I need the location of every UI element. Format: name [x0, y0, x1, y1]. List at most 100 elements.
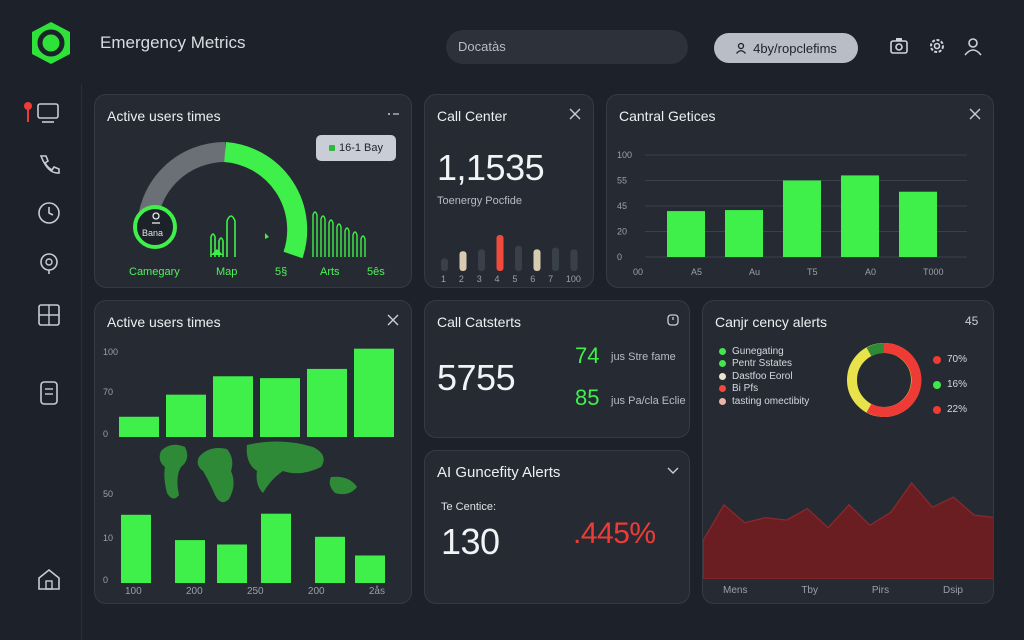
ai-alerts-value: 130	[441, 521, 500, 562]
x-tick: 250	[246, 586, 264, 597]
card-title: Active users times	[107, 314, 221, 330]
capacity-area-chart	[703, 482, 993, 579]
legend-label: Pentr Sstates	[732, 358, 793, 370]
y-tick-label: 100	[617, 150, 632, 160]
stat-value: 16%	[947, 379, 968, 390]
ring-badge: Bana	[133, 205, 177, 249]
call-center-card: Call Center 1,1535 Toenergy Pocfide 1 2 …	[424, 94, 594, 288]
bar	[496, 235, 504, 271]
capacity-stats: 70% 16% 22%	[933, 347, 967, 422]
y-tick-label: 0	[103, 575, 108, 585]
x-tick-label: T5	[807, 267, 818, 277]
account-icon[interactable]	[963, 36, 983, 56]
sidebar-item-grid[interactable]	[36, 302, 62, 328]
central-services-bar-chart: 100554520000A5AuT5A0T000A0	[617, 150, 967, 277]
x-tick: Pirs	[871, 585, 890, 596]
sidebar-item-phone[interactable]	[36, 152, 62, 178]
bar	[217, 544, 247, 583]
sidebar-item-brain[interactable]	[36, 250, 62, 276]
call-center-bar-chart	[441, 235, 578, 271]
legend-item: tasting omectibity	[719, 395, 809, 408]
y-tick-label: 0	[103, 429, 108, 439]
stat-item: 16%	[933, 372, 967, 397]
app-title: Emergency Metrics	[100, 33, 246, 52]
bar	[533, 249, 541, 271]
legend-dot	[719, 385, 726, 393]
bar	[260, 378, 300, 437]
y-tick-label: 70	[103, 387, 113, 397]
sidebar-item-clock[interactable]	[36, 200, 62, 226]
active-users-gauge-card: Active users times Bana 16-1 Bay Camegar…	[94, 94, 412, 288]
bar	[459, 251, 467, 271]
call-center-value: 1,1535	[437, 147, 545, 188]
more-icon[interactable]	[385, 106, 401, 122]
bar	[355, 555, 385, 583]
card-title: Canjr cency alerts	[715, 314, 828, 330]
search-input[interactable]: Docatàs	[446, 30, 688, 64]
legend-item: Dastfoo Eorol	[719, 370, 809, 383]
x-tick-label: Au	[749, 267, 760, 277]
bar	[899, 191, 937, 257]
legend-label: Dastfoo Eorol	[732, 370, 793, 382]
home-icon[interactable]	[36, 566, 62, 592]
active-users-bar-chart-top: 100 70 0	[103, 347, 394, 439]
x-tick: 100	[125, 586, 142, 597]
legend-item: Gunegating	[719, 345, 809, 358]
bar	[441, 258, 448, 271]
stat-value: 22%	[947, 404, 968, 415]
bar	[667, 211, 705, 257]
legend-dot	[719, 360, 726, 368]
card-title: AI Guncefity Alerts	[437, 464, 561, 481]
capacity-corner-value: 45	[965, 314, 979, 328]
stat-2-value: 85	[575, 385, 600, 410]
person-icon	[152, 212, 160, 224]
clock-icon[interactable]	[665, 312, 681, 328]
stat-dot	[933, 355, 941, 364]
bar	[354, 348, 394, 437]
camera-icon[interactable]	[889, 36, 909, 56]
sidebar-item-monitor[interactable]	[22, 100, 62, 126]
stat-value: 70%	[947, 354, 968, 365]
capacity-alerts-card: Canjr cency alerts 45 Gunegating Pentr S…	[702, 300, 994, 604]
call-catsterts-card: Call Catsterts 5755 74 jus Stre fame 85 …	[424, 300, 690, 438]
ring-badge-label: Bana	[142, 228, 164, 238]
close-icon[interactable]	[967, 106, 983, 122]
ai-alerts-percent: .445%	[573, 517, 656, 550]
gear-icon[interactable]	[927, 36, 947, 56]
x-tick: 1	[441, 274, 447, 284]
bar	[213, 376, 253, 437]
close-icon[interactable]	[385, 312, 401, 328]
x-tick: 2ås	[368, 586, 385, 597]
x-tick: 6	[530, 274, 536, 284]
legend-label: Bi Pfs	[732, 383, 759, 395]
bar	[552, 247, 559, 271]
x-tick: 5	[512, 274, 518, 284]
x-tick: 2	[458, 274, 464, 284]
bar	[725, 210, 763, 257]
tooltip-marker	[328, 145, 335, 151]
legend-item: Bi Pfs	[719, 383, 809, 396]
x-tick: Tby	[801, 585, 818, 596]
call-catsterts-value: 5755	[437, 357, 516, 398]
sidebar-item-document[interactable]	[36, 380, 62, 406]
active-users-bar-chart-bottom: 50 10 0	[103, 489, 385, 585]
active-users-map-card: Active users times 100 70 0 50 10 0 100 200 …	[94, 300, 412, 604]
user-profile-button[interactable]: 4by/ropclefims	[714, 33, 858, 63]
y-tick-label: 100	[103, 347, 118, 357]
bar	[121, 514, 151, 583]
ai-alerts-sublabel: Te Centice:	[441, 501, 497, 513]
bar	[570, 249, 578, 271]
x-tick-label: A0	[865, 267, 876, 277]
chevron-down-icon[interactable]	[665, 462, 681, 478]
y-tick-label: 0	[617, 252, 622, 262]
x-tick-label: T000	[923, 267, 944, 277]
bar	[515, 245, 522, 271]
legend-label: Gunegating	[732, 345, 784, 357]
stat-1-label: jus Stre fame	[611, 351, 676, 363]
close-icon[interactable]	[567, 106, 583, 122]
bar	[478, 249, 485, 271]
donut-chart	[847, 342, 922, 417]
tooltip: 16-1 Bay	[316, 135, 396, 161]
y-tick-label: 20	[617, 227, 627, 237]
call-center-sublabel: Toenergy Pocfide	[437, 195, 522, 207]
